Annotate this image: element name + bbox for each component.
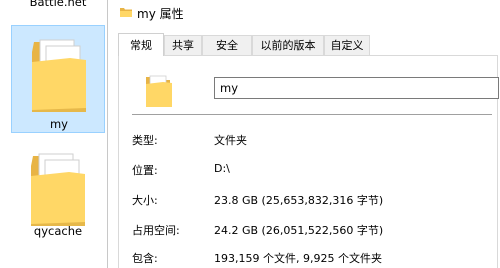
size-label: 大小: [132,194,158,207]
tab-previous-versions[interactable]: 以前的版本 [252,35,324,55]
desktop-item-label: my [49,117,68,131]
folder-icon [120,8,132,17]
desktop-item-my[interactable]: my [11,25,105,133]
tab-security[interactable]: 安全 [202,35,252,55]
tab-strip: 常规 共享 安全 以前的版本 自定义 [118,33,498,56]
folder-name-input[interactable] [214,77,499,99]
window-title: my 属性 [137,7,184,21]
folder-icon [146,75,172,107]
folder-icon [32,39,86,112]
size-value: 23.8 GB (25,653,832,316 字节) [214,194,384,207]
desktop-item-label-battlenet[interactable]: Battle.net [8,0,108,9]
size-on-disk-value: 24.2 GB (26,051,522,560 字节) [214,224,384,237]
desktop-item-qycache[interactable]: qycache [11,140,105,250]
folder-icon [31,153,85,226]
type-value: 文件夹 [214,134,247,147]
tab-general[interactable]: 常规 [118,33,164,56]
contains-value: 193,159 个文件, 9,925 个文件夹 [214,252,382,265]
desktop: Battle.net my qycache [0,0,109,268]
contains-label: 包含: [132,252,158,265]
divider [132,114,492,115]
properties-window: my 属性 常规 共享 安全 以前的版本 自定义 类型: 文件夹 位置: D:\… [107,0,500,268]
tab-sharing[interactable]: 共享 [164,35,202,55]
title-bar[interactable]: my 属性 [108,0,500,26]
type-label: 类型: [132,134,158,147]
desktop-item-label: qycache [33,224,83,238]
location-label: 位置: [132,164,158,177]
location-value: D:\ [214,162,230,175]
size-on-disk-label: 占用空间: [132,224,180,237]
tab-customize[interactable]: 自定义 [324,35,370,55]
general-tab-panel: 类型: 文件夹 位置: D:\ 大小: 23.8 GB (25,653,832,… [118,55,499,268]
